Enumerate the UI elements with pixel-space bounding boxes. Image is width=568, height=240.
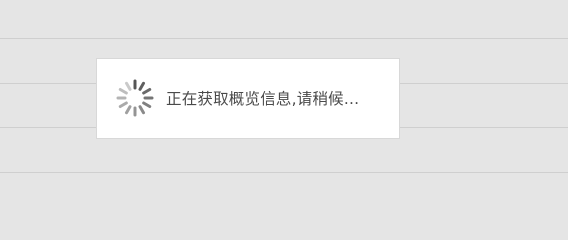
page-background: 正在获取概览信息,请稍候... xyxy=(0,0,568,207)
loading-spinner-icon xyxy=(116,79,154,117)
loading-dialog: 正在获取概览信息,请稍候... xyxy=(96,58,400,139)
divider-line xyxy=(0,38,568,39)
divider-line xyxy=(0,172,568,173)
loading-message: 正在获取概览信息,请稍候... xyxy=(166,90,360,108)
